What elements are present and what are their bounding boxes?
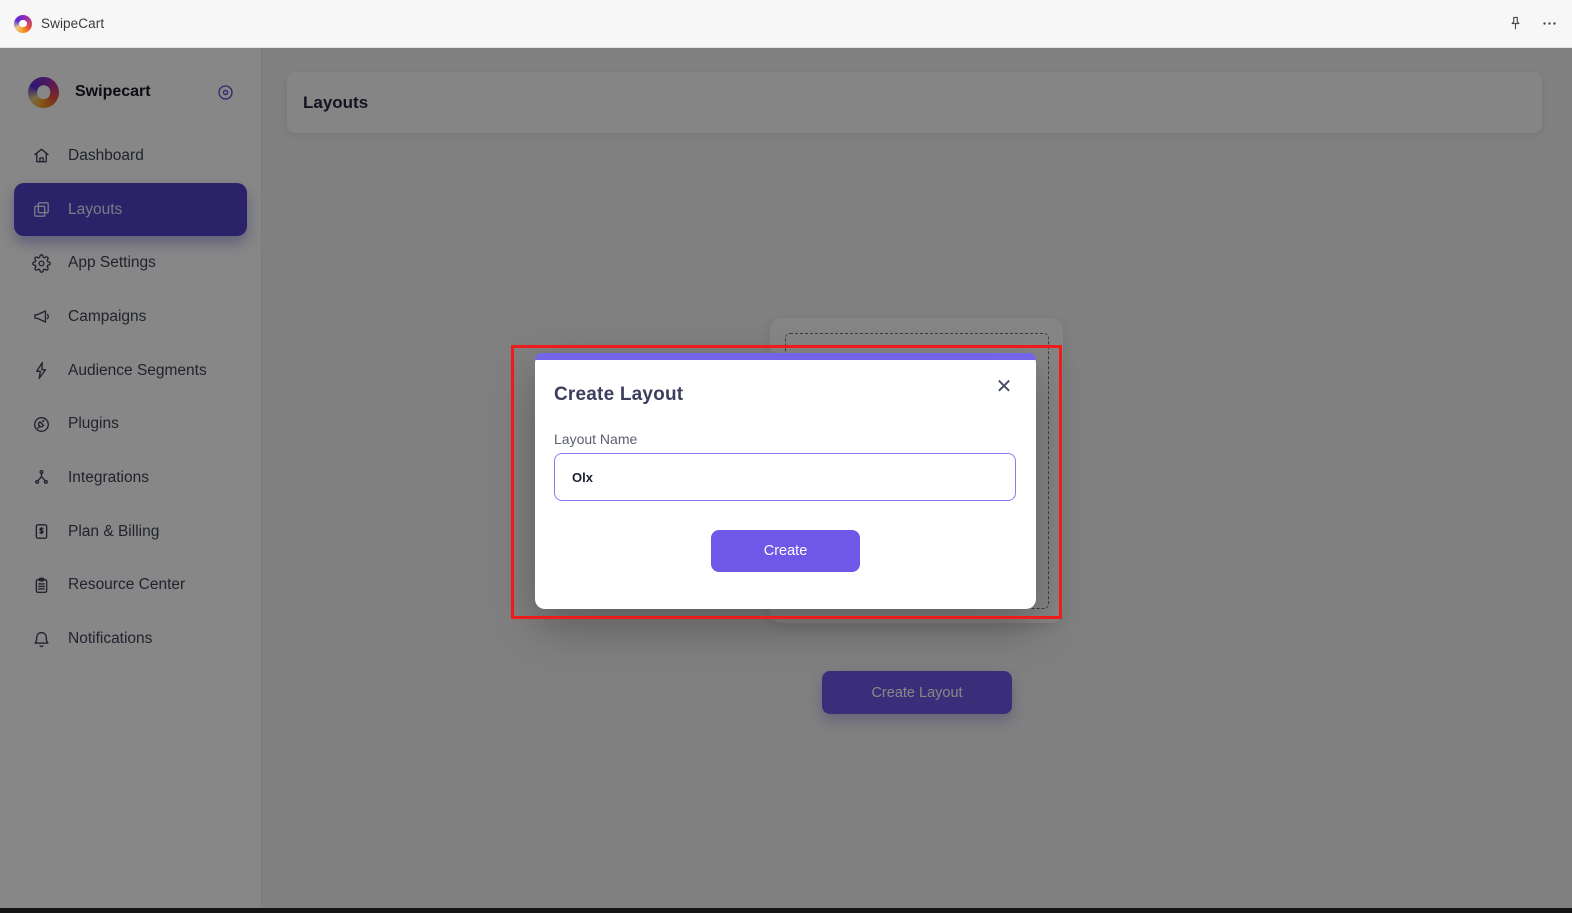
close-icon[interactable]: ✕ xyxy=(992,375,1016,399)
create-layout-modal: Create Layout ✕ Layout Name Create xyxy=(535,353,1036,609)
topbar-actions xyxy=(1506,15,1558,33)
layout-name-input[interactable] xyxy=(554,453,1016,501)
layout-name-label: Layout Name xyxy=(554,431,637,447)
window-title: SwipeCart xyxy=(41,16,104,31)
pin-icon[interactable] xyxy=(1506,15,1524,33)
bottom-edge-strip xyxy=(0,908,1572,913)
app-screen: SwipeCart Swipecart DashboardLayoutsApp … xyxy=(0,0,1572,913)
modal-create-button[interactable]: Create xyxy=(711,530,860,572)
window-topbar: SwipeCart xyxy=(0,0,1572,48)
modal-title: Create Layout xyxy=(554,384,683,406)
more-menu-icon[interactable] xyxy=(1540,15,1558,33)
modal-accent-strip xyxy=(535,353,1036,360)
swipecart-logo-icon xyxy=(14,15,32,33)
